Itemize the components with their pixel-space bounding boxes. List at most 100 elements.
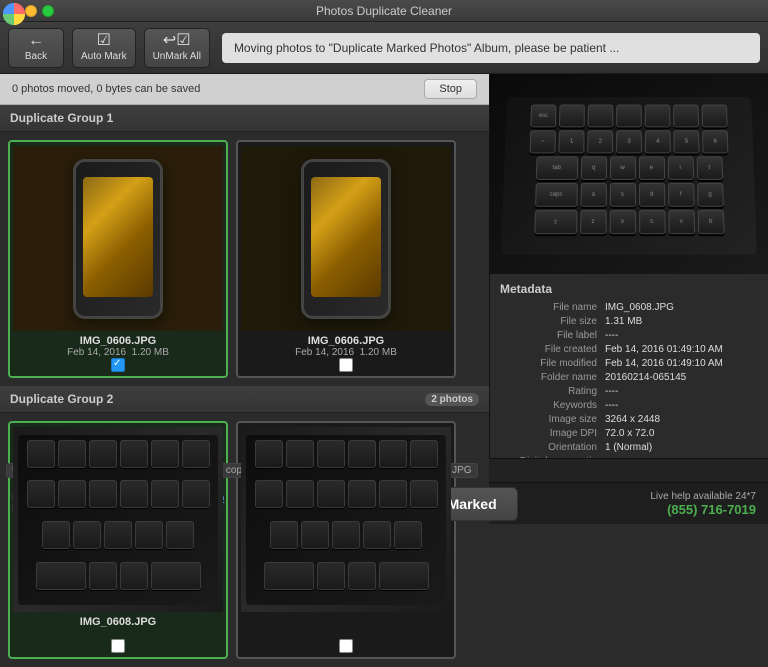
meta-value: Feb 14, 2016 01:49:10 AM	[605, 358, 758, 369]
key: esc	[530, 105, 556, 128]
meta-value: IMG_0608.JPG	[605, 302, 758, 313]
group-1-title: Duplicate Group 1	[10, 111, 113, 125]
key: caps	[535, 183, 578, 207]
unmark-all-button[interactable]: ↩☑ UnMark All	[144, 28, 210, 68]
key: b	[697, 210, 724, 234]
meta-key: File size	[500, 316, 605, 327]
meta-key: File created	[500, 344, 605, 355]
status-bar: 0 photos moved, 0 bytes can be saved Sto…	[0, 74, 489, 105]
meta-value: ----	[605, 456, 758, 458]
bottom-right: Live help available 24*7 (855) 716-7019	[650, 491, 756, 517]
toolbar: ← Back ☑ Auto Mark ↩☑ UnMark All Moving …	[0, 22, 768, 74]
meta-key: File name	[500, 302, 605, 313]
meta-key: Image DPI	[500, 428, 605, 439]
photo-item[interactable]: IMG_0606.JPG Feb 14, 2016 1.20 MB	[8, 140, 228, 378]
meta-value: 1.31 MB	[605, 316, 758, 327]
key: g	[697, 183, 724, 207]
photo-meta: Feb 14, 2016 1.20 MB	[295, 347, 397, 358]
key	[673, 105, 699, 128]
group-1-header: Duplicate Group 1	[0, 105, 489, 132]
key	[588, 105, 614, 128]
key	[616, 105, 642, 128]
notification-text: Moving photos to "Duplicate Marked Photo…	[234, 41, 619, 55]
meta-value: ----	[605, 400, 758, 411]
metadata-row: Rating ----	[500, 386, 758, 397]
photo-checkbox-empty[interactable]	[339, 358, 353, 372]
metadata-row: File created Feb 14, 2016 01:49:10 AM	[500, 344, 758, 355]
minimize-button[interactable]	[25, 5, 37, 17]
photo-filename: IMG_0606.JPG	[80, 335, 156, 347]
back-label: Back	[25, 51, 47, 62]
metadata-row: Keywords ----	[500, 400, 758, 411]
key: v	[668, 210, 695, 234]
unmark-icon: ↩☑	[163, 33, 191, 49]
status-text: 0 photos moved, 0 bytes can be saved	[12, 83, 200, 95]
metadata-row: Orientation 1 (Normal)	[500, 442, 758, 453]
metadata-section: Metadata File name IMG_0608.JPG File siz…	[490, 274, 768, 458]
meta-value: ----	[605, 386, 758, 397]
metadata-row: Digital zoom ratio ----	[500, 456, 758, 458]
key: tab	[535, 156, 577, 180]
auto-mark-label: Auto Mark	[81, 51, 127, 62]
meta-key: Folder name	[500, 372, 605, 383]
photo-checkbox-3[interactable]	[111, 639, 125, 653]
metadata-row: Folder name 20160214-065145	[500, 372, 758, 383]
photo-meta-2	[117, 628, 120, 639]
key: r	[667, 156, 693, 180]
photo-filename: IMG_0606.JPG	[308, 335, 384, 347]
key: x	[609, 210, 635, 234]
key: 5	[673, 130, 699, 153]
meta-key: Image size	[500, 414, 605, 425]
key: ~	[530, 130, 556, 153]
key	[645, 105, 671, 128]
key: ⇧	[534, 210, 577, 234]
window-title: Photos Duplicate Cleaner	[316, 4, 452, 18]
key: w	[609, 156, 635, 180]
metadata-row: File modified Feb 14, 2016 01:49:10 AM	[500, 358, 758, 369]
group-2-photos: IMG_0608.JPG	[0, 413, 489, 667]
metadata-title: Metadata	[500, 282, 758, 296]
meta-key: File label	[500, 330, 605, 341]
key: c	[639, 210, 666, 234]
key: t	[696, 156, 723, 180]
meta-value: 20160214-065145	[605, 372, 758, 383]
meta-key: Rating	[500, 386, 605, 397]
photo-filename-3	[344, 616, 347, 628]
meta-value: Feb 14, 2016 01:49:10 AM	[605, 344, 758, 355]
preview-keyboard: esc ~ 1 2 3 4 5	[490, 74, 768, 274]
metadata-row: File name IMG_0608.JPG	[500, 302, 758, 313]
back-icon: ←	[28, 33, 44, 49]
stop-button[interactable]: Stop	[424, 79, 477, 99]
key: q	[580, 156, 606, 180]
meta-key: Digital zoom ratio	[500, 456, 605, 458]
key: 1	[558, 130, 584, 153]
photos-panel: 0 photos moved, 0 bytes can be saved Sto…	[0, 74, 490, 458]
key: 2	[587, 130, 613, 153]
metadata-row: File size 1.31 MB	[500, 316, 758, 327]
photo-item[interactable]: IMG_0606.JPG Feb 14, 2016 1.20 MB	[236, 140, 456, 378]
key: s	[609, 183, 635, 207]
title-bar: Photos Duplicate Cleaner	[0, 0, 768, 22]
group-2-badge: 2 photos	[425, 393, 479, 406]
key: f	[668, 183, 695, 207]
preview-area: esc ~ 1 2 3 4 5	[490, 74, 768, 274]
meta-key: Orientation	[500, 442, 605, 453]
key: 4	[645, 130, 671, 153]
key: z	[580, 210, 607, 234]
photo-checkbox[interactable]	[111, 358, 125, 372]
photo-item-keyboard2[interactable]	[236, 421, 456, 659]
live-help-text: Live help available 24*7	[650, 491, 756, 502]
back-button[interactable]: ← Back	[8, 28, 64, 68]
auto-mark-button[interactable]: ☑ Auto Mark	[72, 28, 136, 68]
group-1-photos: IMG_0606.JPG Feb 14, 2016 1.20 MB IMG_06…	[0, 132, 489, 386]
photo-checkbox-4[interactable]	[339, 639, 353, 653]
photo-item-keyboard1[interactable]: IMG_0608.JPG	[8, 421, 228, 659]
group-2-title: Duplicate Group 2	[10, 392, 113, 406]
key	[559, 105, 585, 128]
meta-key: Keywords	[500, 400, 605, 411]
metadata-row: Image size 3264 x 2448	[500, 414, 758, 425]
key: 6	[702, 130, 728, 153]
notification-banner: Moving photos to "Duplicate Marked Photo…	[222, 33, 760, 63]
maximize-button[interactable]	[42, 5, 54, 17]
metadata-row: Image DPI 72.0 x 72.0	[500, 428, 758, 439]
